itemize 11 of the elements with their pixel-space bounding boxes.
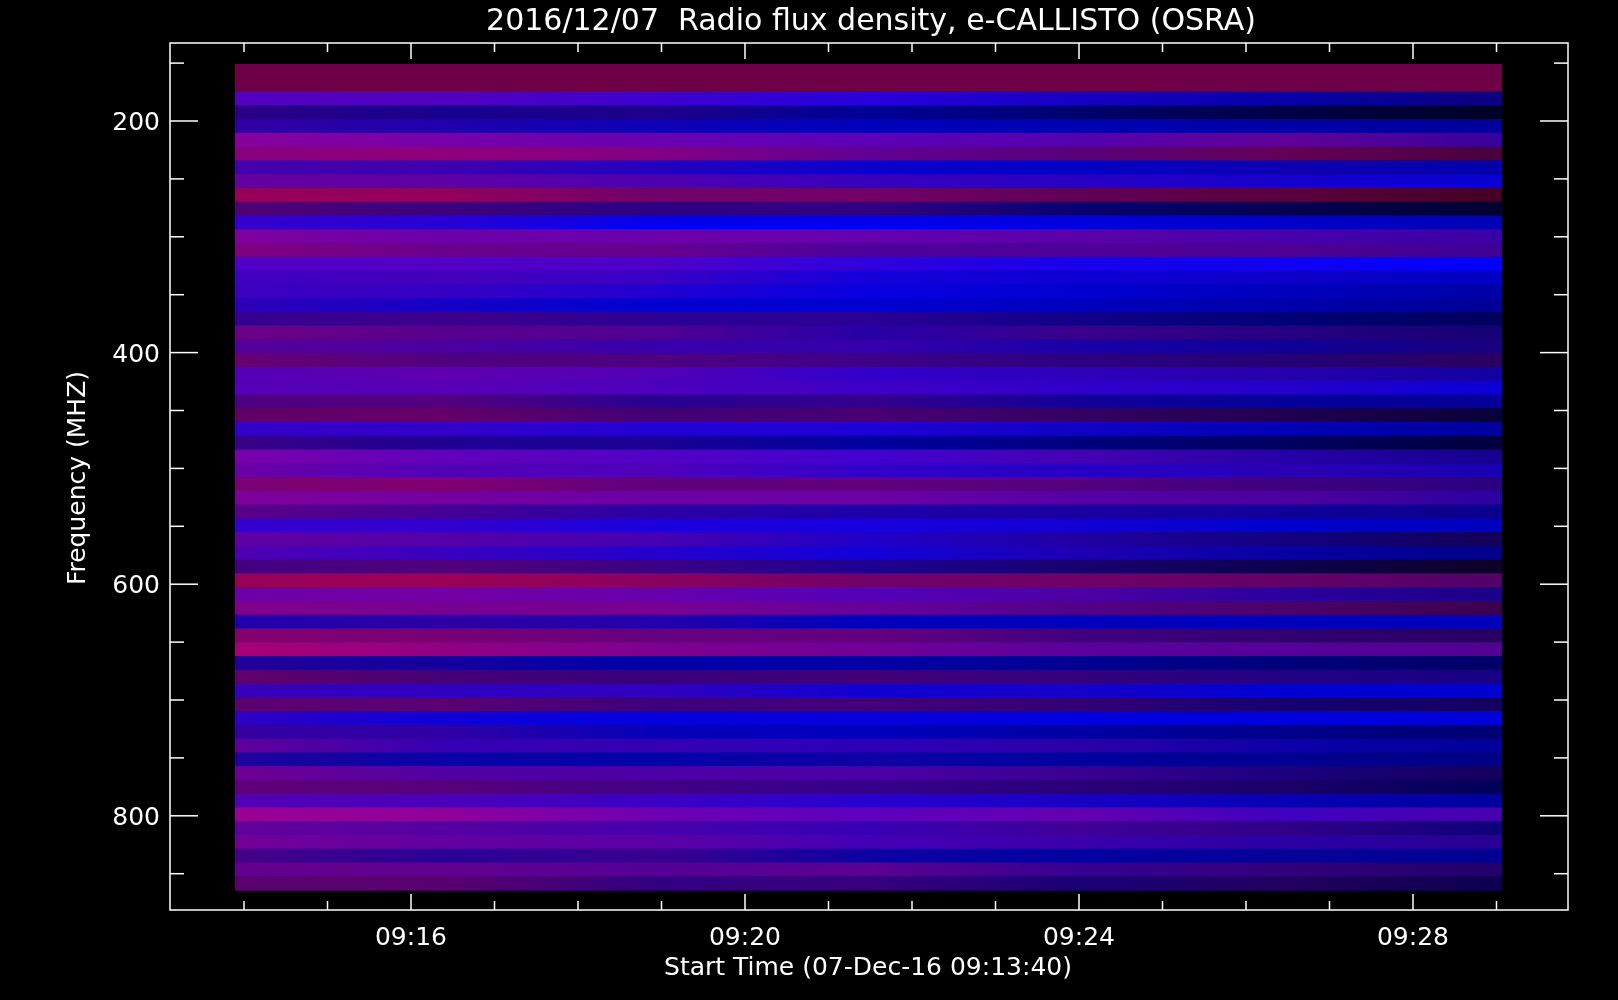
- x-axis-label: Start Time (07-Dec-16 09:13:40): [664, 952, 1072, 981]
- y-tick-label: 400: [112, 338, 160, 368]
- x-tick-label: 09:20: [709, 922, 781, 951]
- x-tick-label: 09:24: [1043, 922, 1115, 951]
- y-tick-label: 200: [112, 107, 160, 136]
- y-axis-label: Frequency (MHZ): [62, 370, 91, 586]
- chart-title: 2016/12/07 Radio flux density, e-CALLISTO (OSRA): [486, 2, 1256, 37]
- x-tick-label: 09:16: [375, 922, 447, 951]
- y-tick-label: 600: [112, 570, 160, 599]
- x-tick-label: 09:28: [1377, 922, 1449, 951]
- y-tick-label: 800: [112, 801, 160, 831]
